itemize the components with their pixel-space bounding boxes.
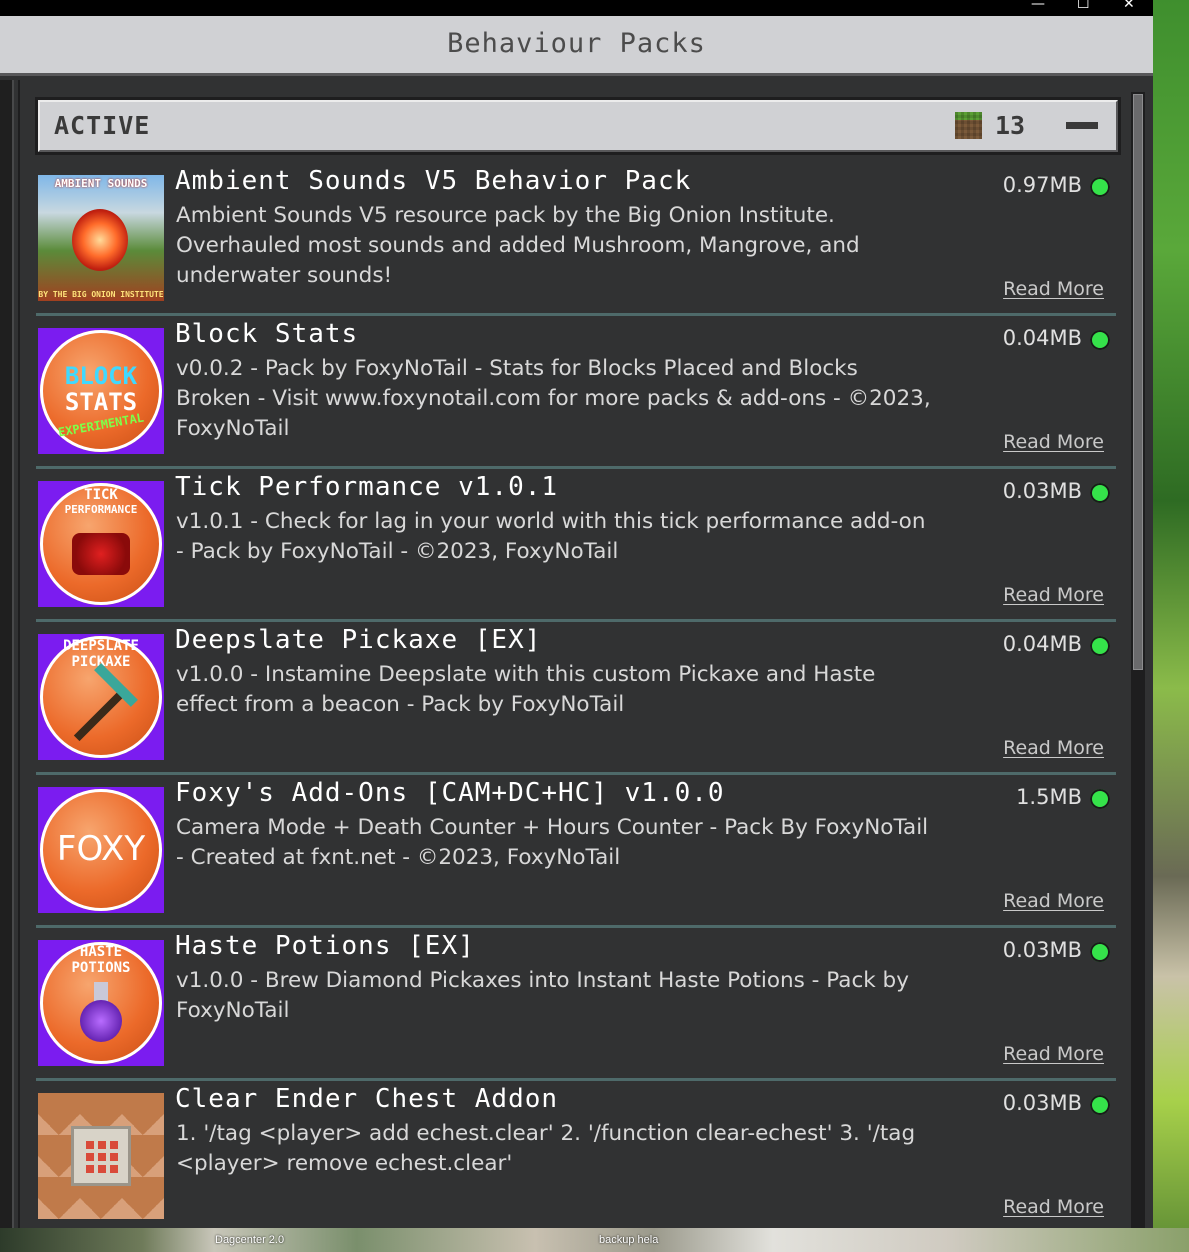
pack-description: v1.0.0 - Instamine Deepslate with this c… bbox=[176, 662, 876, 717]
grass-block-icon bbox=[955, 112, 982, 139]
pack-description: 1. '/tag <player> add echest.clear' 2. '… bbox=[176, 1121, 916, 1176]
pack-item[interactable]: Clear Ender Chest Addon 1. '/tag <player… bbox=[36, 1081, 1116, 1234]
game-background bbox=[1153, 0, 1189, 1252]
pack-description: v1.0.1 - Check for lag in your world wit… bbox=[176, 509, 926, 564]
desktop-item-backup[interactable]: backup hela bbox=[599, 1234, 658, 1246]
pack-description: Camera Mode + Death Counter + Hours Coun… bbox=[176, 815, 929, 870]
pack-item[interactable]: TICK PERFORMANCE Tick Performance v1.0.1… bbox=[36, 469, 1116, 622]
pack-name: Clear Ender Chest Addon bbox=[175, 1084, 559, 1114]
block-stats-pack-icon: BLOCK STATS EXPERIMENTAL bbox=[38, 328, 164, 454]
pack-size: 1.5MB bbox=[1016, 785, 1082, 809]
active-status-icon bbox=[1090, 177, 1110, 197]
pack-name: Haste Potions [EX] bbox=[175, 931, 475, 961]
read-more-link[interactable]: Read More bbox=[1003, 431, 1104, 453]
pack-item[interactable]: BLOCK STATS EXPERIMENTAL Block Stats v0.… bbox=[36, 316, 1116, 469]
read-more-link[interactable]: Read More bbox=[1003, 278, 1104, 300]
ambient-sounds-pack-icon: AMBIENT SOUNDS BY THE BIG ONION INSTITUT… bbox=[38, 175, 164, 301]
active-status-icon bbox=[1090, 1095, 1110, 1115]
pack-name: Ambient Sounds V5 Behavior Pack bbox=[175, 166, 692, 196]
pack-size: 0.97MB bbox=[1002, 173, 1082, 197]
page-title: Behaviour Packs bbox=[447, 28, 706, 59]
pack-name: Block Stats bbox=[175, 319, 359, 349]
scrollbar-thumb[interactable] bbox=[1133, 94, 1143, 670]
pack-size: 0.03MB bbox=[1002, 938, 1082, 962]
foxy-addons-pack-icon: FOXY bbox=[38, 787, 164, 913]
pack-size: 0.03MB bbox=[1002, 1091, 1082, 1115]
pack-item[interactable]: AMBIENT SOUNDS BY THE BIG ONION INSTITUT… bbox=[36, 163, 1116, 316]
active-section-header[interactable]: ACTIVE 13 bbox=[35, 97, 1121, 155]
minus-icon[interactable] bbox=[1066, 122, 1098, 129]
pack-size: 0.04MB bbox=[1002, 326, 1082, 350]
pack-name: Deepslate Pickaxe [EX] bbox=[175, 625, 542, 655]
left-panel-edge bbox=[0, 80, 14, 1228]
pack-description: v0.0.2 - Pack by FoxyNoTail - Stats for … bbox=[176, 356, 931, 441]
read-more-link[interactable]: Read More bbox=[1003, 1196, 1104, 1218]
pack-name: Foxy's Add-Ons [CAM+DC+HC] v1.0.0 bbox=[175, 778, 725, 808]
window-titlebar: — ☐ ✕ bbox=[0, 0, 1153, 16]
minimize-icon[interactable]: — bbox=[1031, 0, 1045, 12]
tick-performance-pack-icon: TICK PERFORMANCE bbox=[38, 481, 164, 607]
close-icon[interactable]: ✕ bbox=[1123, 0, 1135, 12]
deepslate-pickaxe-pack-icon: DEEPSLATE PICKAXE bbox=[38, 634, 164, 760]
page-header: Behaviour Packs bbox=[0, 16, 1153, 76]
active-status-icon bbox=[1090, 636, 1110, 656]
pack-description: Ambient Sounds V5 resource pack by the B… bbox=[176, 203, 860, 288]
active-pack-count: 13 bbox=[995, 111, 1026, 140]
active-status-icon bbox=[1090, 330, 1110, 350]
active-status-icon bbox=[1090, 942, 1110, 962]
pack-size: 0.03MB bbox=[1002, 479, 1082, 503]
active-label: ACTIVE bbox=[54, 111, 151, 140]
read-more-link[interactable]: Read More bbox=[1003, 737, 1104, 759]
active-status-icon bbox=[1090, 483, 1110, 503]
maximize-icon[interactable]: ☐ bbox=[1077, 0, 1090, 12]
pack-size: 0.04MB bbox=[1002, 632, 1082, 656]
read-more-link[interactable]: Read More bbox=[1003, 584, 1104, 606]
pack-item[interactable]: DEEPSLATE PICKAXE Deepslate Pickaxe [EX]… bbox=[36, 622, 1116, 775]
pack-item[interactable]: HASTE POTIONS Haste Potions [EX] v1.0.0 … bbox=[36, 928, 1116, 1081]
desktop-item-dagcenter[interactable]: Dagcenter 2.0 bbox=[215, 1234, 284, 1246]
pack-name: Tick Performance v1.0.1 bbox=[175, 472, 559, 502]
read-more-link[interactable]: Read More bbox=[1003, 1043, 1104, 1065]
pack-item[interactable]: FOXY Foxy's Add-Ons [CAM+DC+HC] v1.0.0 C… bbox=[36, 775, 1116, 928]
active-status-icon bbox=[1090, 789, 1110, 809]
behaviour-packs-window: — ☐ ✕ Behaviour Packs ACTIVE 13 AMBIENT … bbox=[0, 0, 1153, 1228]
pack-description: v1.0.0 - Brew Diamond Pickaxes into Inst… bbox=[176, 968, 909, 1023]
scrollbar[interactable] bbox=[1131, 92, 1145, 1228]
command-block-pack-icon bbox=[38, 1093, 164, 1219]
read-more-link[interactable]: Read More bbox=[1003, 890, 1104, 912]
haste-potions-pack-icon: HASTE POTIONS bbox=[38, 940, 164, 1066]
